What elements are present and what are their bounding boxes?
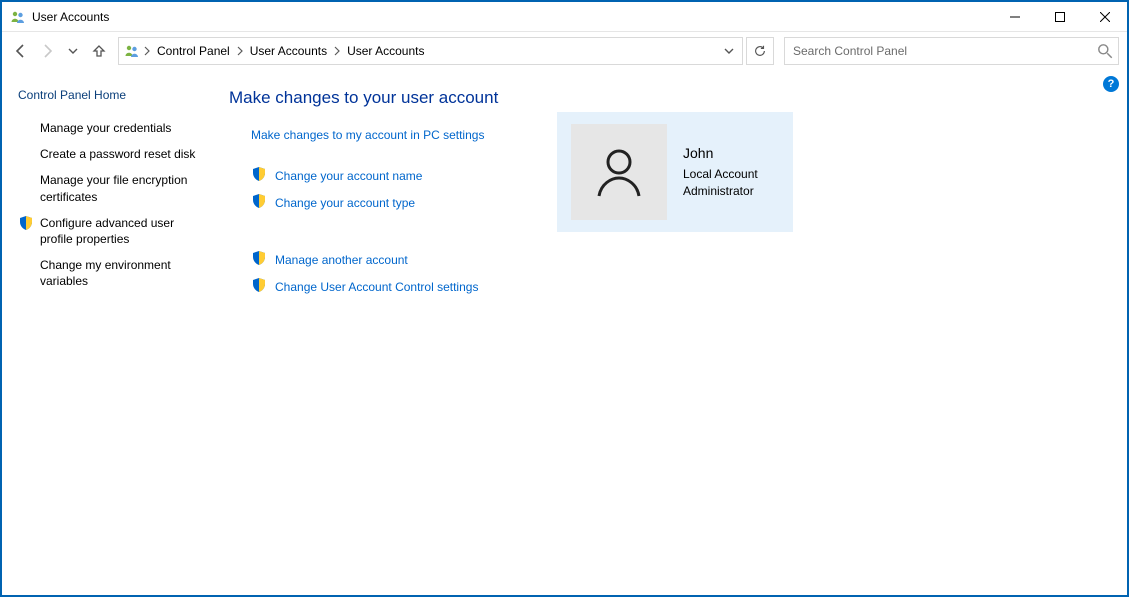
sidebar-link-credentials[interactable]: Manage your credentials — [18, 120, 207, 136]
search-box[interactable] — [784, 37, 1119, 65]
address-bar[interactable]: Control Panel User Accounts User Account… — [118, 37, 743, 65]
refresh-button[interactable] — [746, 37, 774, 65]
sidebar: Control Panel Home Manage your credentia… — [2, 70, 217, 595]
control-panel-home-link[interactable]: Control Panel Home — [18, 88, 207, 102]
recent-dropdown[interactable] — [62, 38, 84, 64]
avatar — [571, 124, 667, 220]
navigation-bar: Control Panel User Accounts User Account… — [2, 32, 1127, 70]
maximize-button[interactable] — [1037, 2, 1082, 32]
sidebar-link-label: Manage your credentials — [40, 120, 171, 136]
close-button[interactable] — [1082, 2, 1127, 32]
sidebar-link-label: Manage your file encryption certificates — [40, 172, 205, 204]
sidebar-link-label: Create a password reset disk — [40, 146, 195, 162]
breadcrumb-item[interactable]: User Accounts — [343, 44, 428, 58]
user-info: John Local Account Administrator — [683, 144, 758, 199]
address-icon — [123, 42, 141, 60]
page-title: Make changes to your user account — [229, 88, 1109, 108]
change-uac-link[interactable]: Change User Account Control settings — [275, 280, 478, 294]
back-button[interactable] — [10, 38, 32, 64]
sidebar-link-label: Configure advanced user profile properti… — [40, 215, 205, 247]
title-bar: User Accounts — [2, 2, 1127, 32]
sidebar-link-encryption[interactable]: Manage your file encryption certificates — [18, 172, 207, 204]
sidebar-link-password-reset[interactable]: Create a password reset disk — [18, 146, 207, 162]
user-role: Administrator — [683, 183, 758, 200]
window-title: User Accounts — [32, 10, 109, 24]
chevron-right-icon[interactable] — [141, 46, 153, 56]
breadcrumb-item[interactable]: User Accounts — [246, 44, 331, 58]
up-button[interactable] — [88, 38, 110, 64]
window-controls — [992, 2, 1127, 32]
manage-another-account-link[interactable]: Manage another account — [275, 253, 408, 267]
main-panel: Make changes to your user account Make c… — [217, 70, 1127, 595]
user-account-type: Local Account — [683, 166, 758, 183]
user-account-card: John Local Account Administrator — [557, 112, 793, 232]
shield-icon — [251, 193, 267, 212]
pc-settings-link[interactable]: Make changes to my account in PC setting… — [251, 128, 484, 142]
chevron-right-icon[interactable] — [331, 46, 343, 56]
shield-icon — [18, 215, 34, 231]
address-dropdown[interactable] — [718, 38, 740, 64]
sidebar-link-env-vars[interactable]: Change my environment variables — [18, 257, 207, 289]
app-icon — [10, 9, 26, 25]
search-icon[interactable] — [1096, 42, 1114, 60]
change-account-name-link[interactable]: Change your account name — [275, 169, 422, 183]
change-account-type-link[interactable]: Change your account type — [275, 196, 415, 210]
minimize-button[interactable] — [992, 2, 1037, 32]
content-area: ? Control Panel Home Manage your credent… — [2, 70, 1127, 595]
breadcrumb-item[interactable]: Control Panel — [153, 44, 234, 58]
shield-icon — [251, 250, 267, 269]
sidebar-link-label: Change my environment variables — [40, 257, 205, 289]
chevron-right-icon[interactable] — [234, 46, 246, 56]
shield-icon — [251, 277, 267, 296]
forward-button[interactable] — [36, 38, 58, 64]
shield-icon — [251, 166, 267, 185]
user-name: John — [683, 144, 758, 164]
search-input[interactable] — [793, 44, 1096, 58]
sidebar-link-advanced-profile[interactable]: Configure advanced user profile properti… — [18, 215, 207, 247]
